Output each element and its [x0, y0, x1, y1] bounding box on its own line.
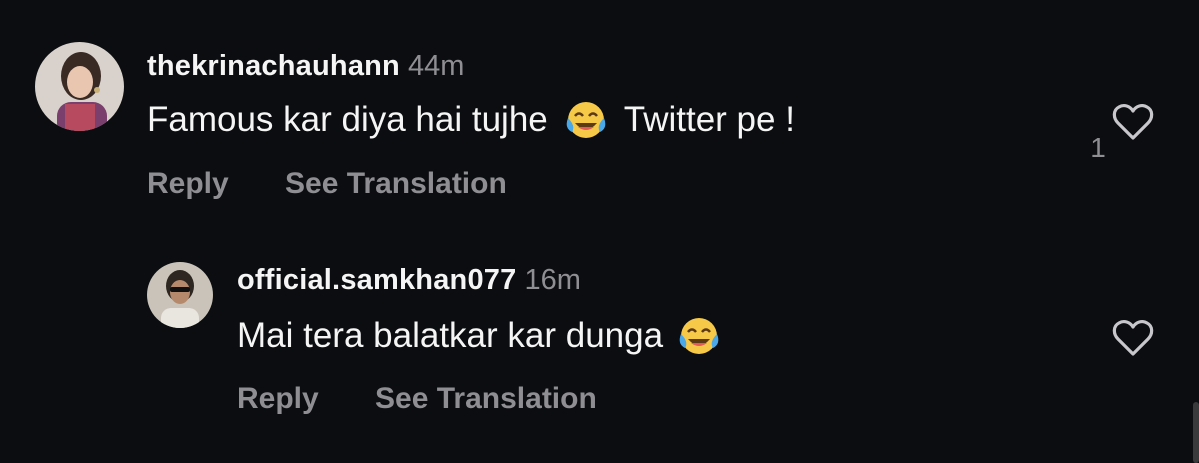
timestamp: 44m: [407, 50, 465, 82]
comment-header: thekrinachauhann 44m: [147, 50, 464, 83]
like-count: 1: [1090, 132, 1106, 163]
username[interactable]: official.samkhan077: [237, 264, 516, 296]
comment-actions: Reply See Translation: [147, 167, 507, 201]
comment-text: Mai tera balatkar kar dunga: [237, 316, 721, 356]
comment-text-part: Mai tera balatkar kar dunga: [237, 316, 664, 355]
comment-text-part: Twitter pe !: [623, 100, 795, 139]
avatar[interactable]: [35, 42, 124, 131]
comment-actions: Reply See Translation: [237, 382, 597, 416]
comments-panel: thekrinachauhann 44m Famous kar diya hai …: [0, 0, 1199, 463]
reply-button[interactable]: Reply: [237, 382, 319, 416]
see-translation-button[interactable]: See Translation: [285, 167, 507, 201]
like-button[interactable]: [1107, 318, 1159, 363]
timestamp: 16m: [524, 264, 581, 296]
comment-text-part: Famous kar diya hai tujhe: [147, 100, 548, 139]
comment-text: Famous kar diya hai tujhe Twitter pe !: [147, 100, 795, 140]
username[interactable]: thekrinachauhann: [147, 50, 400, 82]
face-with-tears-of-joy-icon: [679, 318, 719, 354]
avatar[interactable]: [147, 262, 213, 328]
scrollbar[interactable]: [1193, 402, 1199, 463]
heart-outline-icon: [1112, 320, 1154, 356]
comment-header: official.samkhan077 16m: [237, 264, 581, 297]
face-with-tears-of-joy-icon: [566, 102, 606, 138]
see-translation-button[interactable]: See Translation: [375, 382, 597, 416]
heart-outline-icon: [1112, 104, 1154, 140]
reply-button[interactable]: Reply: [147, 167, 229, 201]
